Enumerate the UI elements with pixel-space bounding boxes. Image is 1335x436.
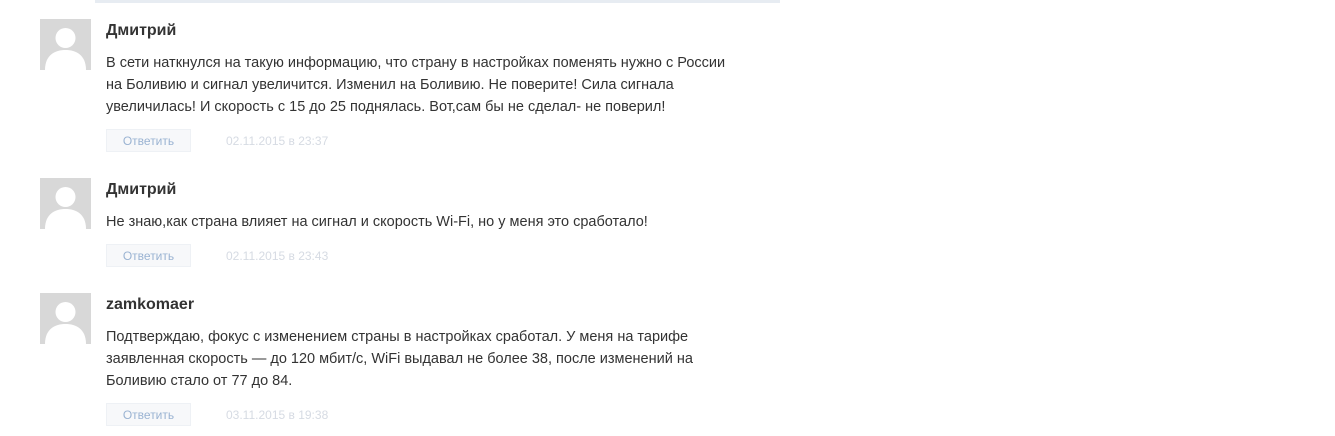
comment-text-line: Не знаю,как страна влияет на сигнал и ск… xyxy=(106,214,648,230)
comment-text-line: заявленная скорость — до 120 мбит/с, WiF… xyxy=(106,351,693,367)
comment-date[interactable]: 02.11.2015 в 23:37 xyxy=(226,133,328,149)
user-avatar-icon xyxy=(40,178,91,229)
comment-date[interactable]: 02.11.2015 в 23:43 xyxy=(226,248,328,264)
comment-text-line: на Боливию и сигнал увеличится. Изменил … xyxy=(106,77,674,93)
user-avatar-icon xyxy=(40,19,91,70)
top-divider xyxy=(95,0,780,3)
comment-text: Подтверждаю, фокус с изменением страны в… xyxy=(106,326,766,392)
reply-button[interactable]: Ответить xyxy=(106,403,191,426)
comment-text: В сети наткнулся на такую информацию, чт… xyxy=(106,52,766,118)
comment-text-line: увеличилась! И скорость с 15 до 25 подня… xyxy=(106,99,666,115)
comment-author[interactable]: Дмитрий xyxy=(106,22,176,40)
avatar[interactable] xyxy=(40,178,91,229)
comment-text-line: Боливию стало от 77 до 84. xyxy=(106,373,293,389)
reply-button[interactable]: Ответить xyxy=(106,244,191,267)
comment-author[interactable]: Дмитрий xyxy=(106,181,176,199)
user-avatar-icon xyxy=(40,293,91,344)
comment-text-line: В сети наткнулся на такую информацию, чт… xyxy=(106,55,726,71)
comment-text-line: Подтверждаю, фокус с изменением страны в… xyxy=(106,329,689,345)
avatar[interactable] xyxy=(40,293,91,344)
comment-text: Не знаю,как страна влияет на сигнал и ск… xyxy=(106,211,766,233)
reply-button[interactable]: Ответить xyxy=(106,129,191,152)
comment-date[interactable]: 03.11.2015 в 19:38 xyxy=(226,407,328,423)
avatar[interactable] xyxy=(40,19,91,70)
comment-author[interactable]: zamkomaer xyxy=(106,296,194,314)
